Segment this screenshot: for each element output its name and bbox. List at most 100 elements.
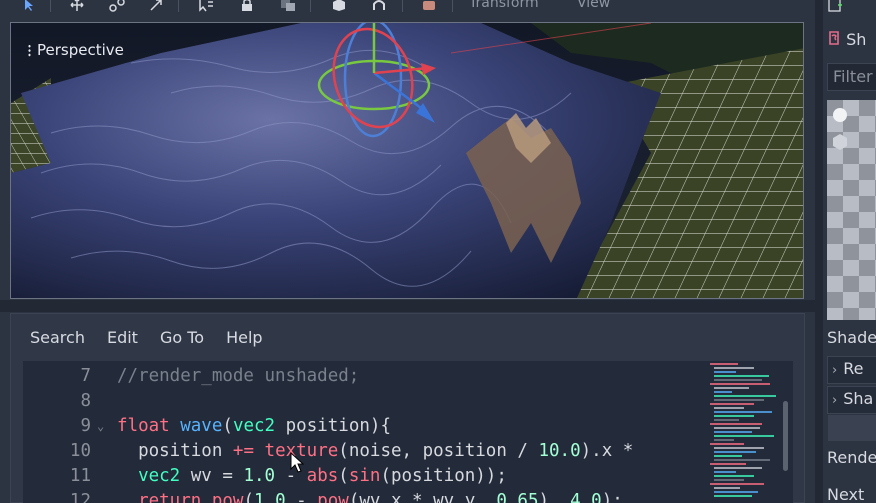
chevron-right-icon: › [832,363,838,378]
snap-icon[interactable] [370,0,388,14]
minimap-line [714,439,734,441]
param-shader[interactable]: › Sha [827,386,876,414]
scale-icon[interactable] [147,0,165,14]
select-icon[interactable] [20,0,38,14]
code-token: wv = [180,466,244,486]
minimap-line [714,387,749,389]
filter-input[interactable]: Filter [827,63,876,91]
minimap-line [714,491,758,493]
scene-render[interactable] [11,23,804,299]
preview-toggle-icons[interactable] [831,106,851,152]
code-token: abs [306,466,339,486]
minimap-line [714,411,772,413]
code-token: (position)); [380,466,507,486]
code-token: ( [243,491,254,503]
shader-icon [829,31,839,45]
minimap-line [710,383,770,385]
code-text-area[interactable]: 7//render_mode unshaded; 8 9 ⌄ float wave(ve… [23,361,793,503]
perspective-label: Perspective [37,41,124,59]
code-token: 1.0 [243,466,276,486]
minimap-line [714,455,742,457]
line-number: 7 [80,366,91,386]
code-token: - [285,491,318,503]
inspector-panel: Sh Filter Shade › Re › Sha Rende Next [815,0,876,503]
vertical-scrollbar[interactable] [783,401,788,471]
minimap-line [714,399,764,401]
toolbar-separator [310,0,311,12]
menu-help[interactable]: Help [215,328,273,347]
pick-icon[interactable] [197,0,215,14]
group-icon[interactable] [279,0,297,14]
menu-view[interactable]: View [577,0,610,11]
code-token: ); [601,491,623,503]
minimap-line [714,419,739,421]
line-number: 11 [69,466,91,486]
material-preview [827,100,876,320]
minimap-line [710,483,764,485]
lock-icon[interactable] [238,0,256,14]
code-token: ( [338,466,349,486]
code-token: ).x * [580,441,644,461]
minimap-line [714,379,762,381]
drag-handle-icon [27,43,32,57]
cube-icon[interactable] [330,0,348,14]
code-token: (wv.x * wv.y, [348,491,497,503]
script-editor-panel: Search Edit Go To Help 7 //render_mode un… [10,313,805,503]
code-line[interactable]: 11 vec2 wv = 1.0 - abs(sin(position)); [23,464,703,489]
minimap-line [714,367,754,369]
menu-search[interactable]: Search [19,328,96,347]
move-icon[interactable] [68,0,86,14]
minimap-line [714,451,756,453]
shader-section-label: Shade [827,328,876,347]
code-line[interactable]: 7 //render_mode unshaded; [23,364,703,389]
code-token: 0.65 [496,491,539,503]
next-pass-label: Next [827,485,865,503]
code-text: return pow(1.0 - pow(wv.x * wv.y, 0.65),… [117,489,623,503]
code-token: vec2 [138,466,181,486]
new-resource-icon[interactable] [827,0,843,17]
mouse-cursor-icon [290,452,304,473]
code-text: vec2 wv = 1.0 - abs(sin(position)); [117,464,507,489]
minimap-line [714,391,732,393]
minimap-line [714,371,736,373]
code-token: 1.0 [254,491,286,503]
3d-viewport[interactable]: Perspective [10,22,804,299]
menu-edit[interactable]: Edit [96,328,149,347]
code-token: += [232,441,254,461]
code-text: position += texture(noise, position / 10… [117,439,644,464]
minimap-line [714,459,770,461]
param-empty [827,414,876,442]
menu-go-to[interactable]: Go To [149,328,215,347]
fold-chevron-icon[interactable]: ⌄ [97,414,104,439]
code-line[interactable]: 8 [23,389,703,414]
code-token: 10.0 [538,441,581,461]
menu-transform[interactable]: Transform [469,0,539,11]
param-render-mode[interactable]: › Re [827,356,876,384]
tab-label: Sh [846,30,867,49]
minimap-line [710,463,746,465]
toolbar-separator [50,0,51,12]
minimap-line [714,427,760,429]
link-icon[interactable] [108,0,126,14]
inspector-tab-shader[interactable]: Sh [827,30,866,49]
code-line[interactable]: 9 ⌄ float wave(vec2 position){ [23,414,703,439]
code-token: pow [317,491,349,503]
minimap-line [710,443,744,445]
code-line[interactable]: 12 return pow(1.0 - pow(wv.x * wv.y, 0.6… [23,489,703,503]
minimap-line [714,487,740,489]
viewport-perspective-menu[interactable]: Perspective [27,41,124,59]
editor-menubar: Search Edit Go To Help [19,328,274,347]
code-token: position){ [275,416,391,436]
minimap-line [714,435,774,437]
panel-splitter[interactable] [0,300,815,312]
render-priority-label: Rende [827,448,876,467]
line-number: 8 [80,391,91,411]
code-minimap[interactable] [686,361,793,503]
code-line[interactable]: 10 position += texture(noise, position /… [23,439,703,464]
code-token: pow [211,491,244,503]
camera-icon[interactable] [420,0,438,14]
minimap-line [714,375,769,377]
